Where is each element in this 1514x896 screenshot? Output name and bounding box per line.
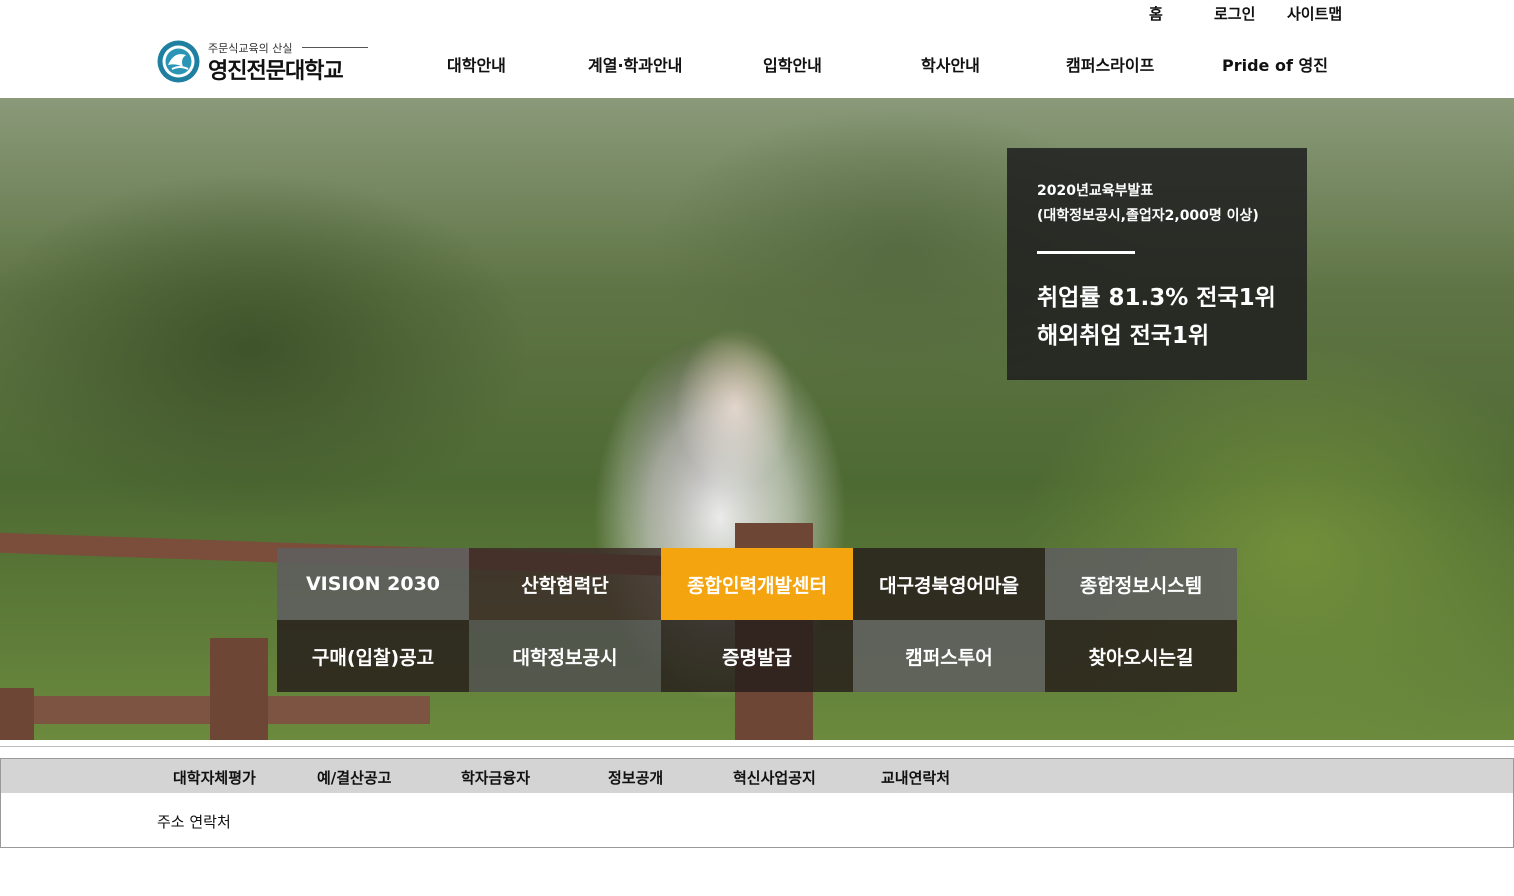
quick-campus-tour[interactable]: 캠퍼스투어 xyxy=(853,620,1045,692)
section-divider xyxy=(0,746,1514,747)
college-emblem-icon xyxy=(157,40,200,83)
quick-procurement-notice[interactable]: 구매(입찰)공고 xyxy=(277,620,469,692)
achievement-info-box: 2020년교육부발표 (대학정보공시,졸업자2,000명 이상) 취업률 81.… xyxy=(1007,148,1307,380)
logo-tagline-rule xyxy=(302,47,368,48)
quick-career-center[interactable]: 종합인력개발센터 xyxy=(661,548,853,620)
footer-link-self-evaluation[interactable]: 대학자체평가 xyxy=(173,767,256,788)
info-source: 2020년교육부발표 xyxy=(1037,183,1154,199)
info-divider xyxy=(1037,251,1135,254)
nav-item-admission[interactable]: 입학안내 xyxy=(763,52,822,76)
footer-link-contacts[interactable]: 교내연락처 xyxy=(881,767,950,788)
logo-name: 영진전문대학교 xyxy=(208,59,344,84)
nav-item-departments[interactable]: 계열·학과안내 xyxy=(588,52,682,76)
nav-item-academics[interactable]: 학사안내 xyxy=(921,52,980,76)
quick-certificate[interactable]: 증명발급 xyxy=(661,620,853,692)
site-footer: 대학자체평가 예/결산공고 학자금융자 정보공개 혁신사업공지 교내연락처 주소… xyxy=(0,758,1514,848)
site-header: 주문식교육의 산실 영진전문대학교 대학안내 계열·학과안내 입학안내 학사안내… xyxy=(0,28,1514,98)
nav-item-about[interactable]: 대학안내 xyxy=(447,52,506,76)
footer-nav: 대학자체평가 예/결산공고 학자금융자 정보공개 혁신사업공지 교내연락처 xyxy=(1,759,1513,793)
utility-bar: 홈 로그인 사이트맵 xyxy=(0,0,1514,28)
quick-directions[interactable]: 찾아오시는길 xyxy=(1045,620,1237,692)
home-link[interactable]: 홈 xyxy=(1149,3,1163,24)
fence-post xyxy=(0,688,34,740)
quick-menu: VISION 2030 산학협력단 종합인력개발센터 대구경북영어마을 종합정보… xyxy=(277,548,1237,692)
footer-link-budget[interactable]: 예/결산공고 xyxy=(317,767,391,788)
footer-link-disclosure[interactable]: 정보공개 xyxy=(608,767,663,788)
sitemap-link[interactable]: 사이트맵 xyxy=(1287,3,1342,24)
info-employment-rate: 취업률 81.3% 전국1위 xyxy=(1037,285,1276,311)
quick-disclosure[interactable]: 대학정보공시 xyxy=(469,620,661,692)
quick-english-village[interactable]: 대구경북영어마을 xyxy=(853,548,1045,620)
info-overseas-employment: 해외취업 전국1위 xyxy=(1037,323,1210,349)
footer-address: 주소 연락처 xyxy=(157,813,231,831)
quick-info-system[interactable]: 종합정보시스템 xyxy=(1045,548,1237,620)
site-logo[interactable]: 주문식교육의 산실 영진전문대학교 xyxy=(156,36,371,86)
footer-link-innovation[interactable]: 혁신사업공지 xyxy=(733,767,816,788)
login-link[interactable]: 로그인 xyxy=(1214,3,1255,24)
footer-link-student-loan[interactable]: 학자금융자 xyxy=(461,767,530,788)
info-source-detail: (대학정보공시,졸업자2,000명 이상) xyxy=(1037,208,1259,224)
hero-banner: 2020년교육부발표 (대학정보공시,졸업자2,000명 이상) 취업률 81.… xyxy=(0,98,1514,740)
nav-item-pride[interactable]: Pride of 영진 xyxy=(1222,52,1328,76)
nav-item-campus-life[interactable]: 캠퍼스라이프 xyxy=(1066,52,1154,76)
quick-vision-2030[interactable]: VISION 2030 xyxy=(277,548,469,620)
quick-industry-cooperation[interactable]: 산학협력단 xyxy=(469,548,661,620)
fence-post xyxy=(210,638,268,740)
